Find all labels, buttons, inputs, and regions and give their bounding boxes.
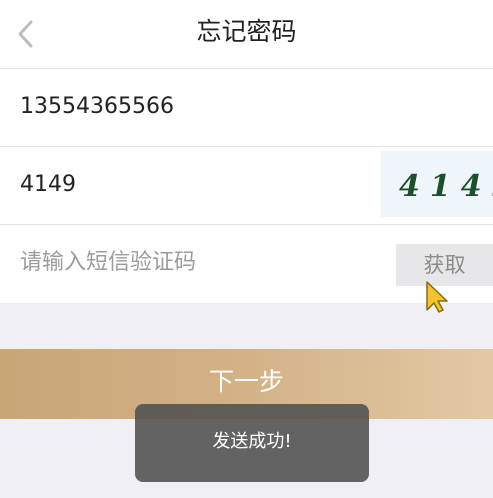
captcha-input[interactable]: 4149 xyxy=(20,147,76,224)
sms-code-row: 请输入短信验证码 获取 xyxy=(0,225,493,302)
captcha-row: 4149 4149 xyxy=(0,147,493,225)
form-card: 13554365566 4149 4149 请输入短信验证码 获取 xyxy=(0,69,493,303)
mouse-cursor-icon xyxy=(426,281,448,313)
phone-input[interactable]: 13554365566 xyxy=(20,69,174,146)
captcha-image-text: 4149 xyxy=(399,169,493,204)
sms-code-input[interactable]: 请输入短信验证码 xyxy=(20,225,196,302)
captcha-image[interactable]: 4149 xyxy=(381,151,493,217)
phone-row: 13554365566 xyxy=(0,69,493,147)
page-title: 忘记密码 xyxy=(196,17,297,46)
toast-message: 发送成功! xyxy=(135,404,369,482)
header-bar: 忘记密码 xyxy=(0,0,493,69)
